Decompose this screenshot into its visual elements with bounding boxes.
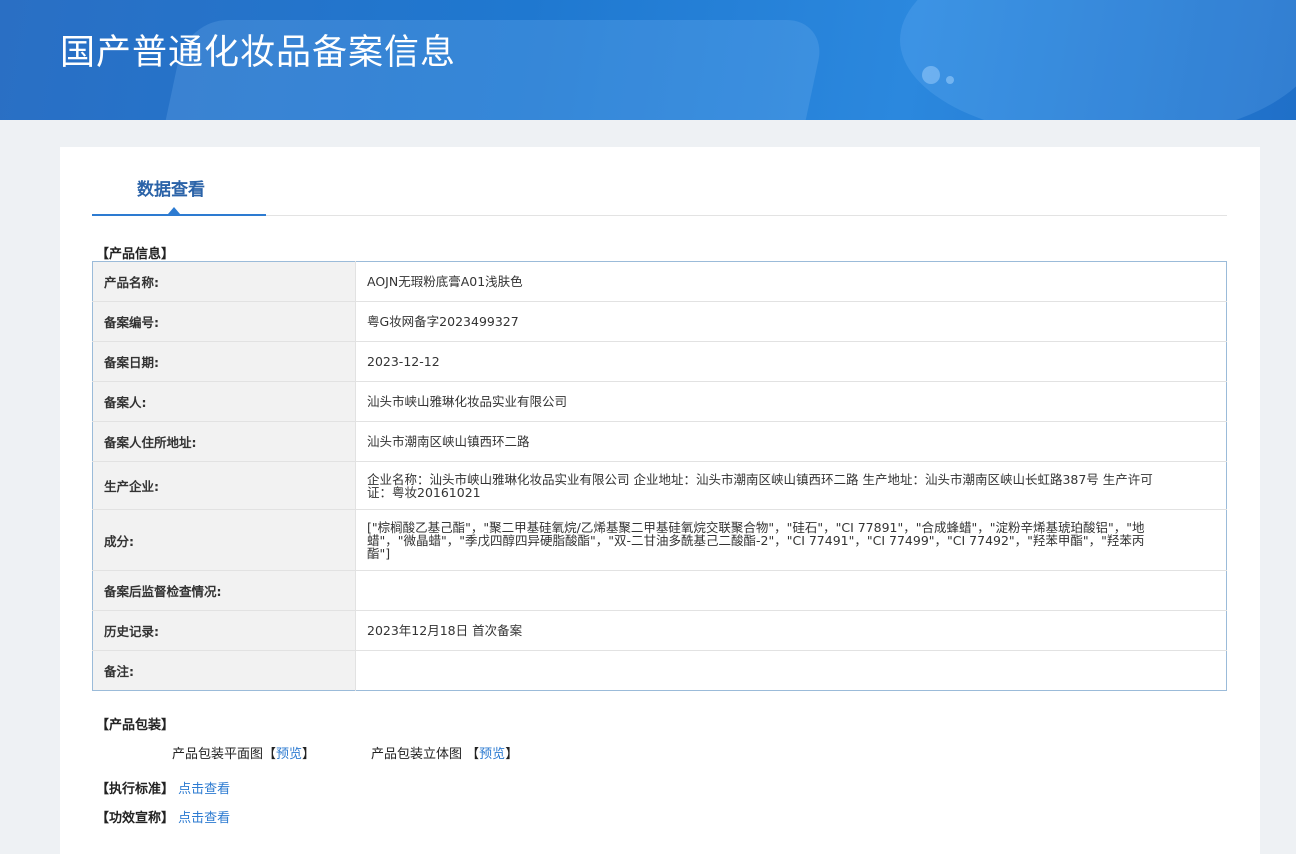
packaging-flat-item: 产品包装平面图【预览】: [172, 743, 315, 762]
tab-label: 数据查看: [137, 180, 205, 200]
row-value: 粤G妆网备字2023499327: [355, 301, 1227, 342]
standard-label: 【执行标准】: [96, 782, 175, 797]
table-row: 历史记录: 2023年12月18日 首次备案: [92, 610, 1227, 651]
bracket: 】: [505, 747, 519, 762]
row-label: 历史记录:: [92, 610, 356, 651]
row-label: 备案编号:: [92, 301, 356, 342]
product-info-section-title: 【产品信息】: [96, 247, 175, 262]
tab-caret-icon: [168, 207, 180, 214]
bracket: 】: [302, 747, 316, 762]
tab-data-view[interactable]: 数据查看: [92, 169, 266, 216]
row-value: 汕头市潮南区峡山镇西环二路: [355, 421, 1227, 462]
table-row: 备案人: 汕头市峡山雅琳化妆品实业有限公司: [92, 381, 1227, 422]
row-value: [355, 570, 1227, 611]
packaging-solid-label: 产品包装立体图: [371, 747, 463, 762]
efficacy-label: 【功效宣称】: [96, 811, 175, 826]
table-row: 备案后监督检查情况:: [92, 570, 1227, 611]
row-value: 企业名称：汕头市峡山雅琳化妆品实业有限公司 企业地址：汕头市潮南区峡山镇西环二路…: [355, 461, 1227, 510]
table-row: 产品名称: AOJN无瑕粉底膏A01浅肤色: [92, 261, 1227, 302]
product-info-table: 产品名称: AOJN无瑕粉底膏A01浅肤色 备案编号: 粤G妆网备字202349…: [92, 261, 1227, 691]
row-value: 2023年12月18日 首次备案: [355, 610, 1227, 651]
table-row: 备注:: [92, 650, 1227, 691]
content-card: 数据查看 【产品信息】 产品名称: AOJN无瑕粉底膏A01浅肤色 备案编号: …: [60, 147, 1260, 854]
row-label: 成分:: [92, 509, 356, 571]
row-label: 备案后监督检查情况:: [92, 570, 356, 611]
row-label: 备案人住所地址:: [92, 421, 356, 462]
row-label: 备案日期:: [92, 341, 356, 382]
efficacy-row: 【功效宣称】 点击查看: [96, 807, 230, 826]
table-row: 成分: ["棕榈酸乙基己酯"，"聚二甲基硅氧烷/乙烯基聚二甲基硅氧烷交联聚合物"…: [92, 509, 1227, 571]
packaging-solid-item: 产品包装立体图 【预览】: [371, 743, 518, 762]
row-value: ["棕榈酸乙基己酯"，"聚二甲基硅氧烷/乙烯基聚二甲基硅氧烷交联聚合物"，"硅石…: [355, 509, 1227, 571]
row-value: AOJN无瑕粉底膏A01浅肤色: [355, 261, 1227, 302]
row-value: [356, 651, 1227, 691]
table-row: 备案人住所地址: 汕头市潮南区峡山镇西环二路: [92, 421, 1227, 462]
banner-dot: [922, 66, 940, 84]
row-label: 产品名称:: [92, 261, 356, 302]
header-banner: 国产普通化妆品备案信息: [0, 0, 1296, 120]
solid-preview-link[interactable]: 预览: [479, 747, 505, 762]
banner-dot: [946, 76, 954, 84]
page-title: 国产普通化妆品备案信息: [60, 33, 457, 73]
standard-view-link[interactable]: 点击查看: [178, 782, 230, 797]
bracket: 【: [466, 747, 480, 762]
table-row: 备案日期: 2023-12-12: [92, 341, 1227, 382]
flat-preview-link[interactable]: 预览: [276, 747, 302, 762]
efficacy-view-link[interactable]: 点击查看: [178, 811, 230, 826]
row-label: 生产企业:: [92, 461, 356, 510]
table-row: 备案编号: 粤G妆网备字2023499327: [92, 301, 1227, 342]
packaging-flat-label: 产品包装平面图: [172, 747, 264, 762]
bracket: 【: [263, 747, 277, 762]
standard-row: 【执行标准】 点击查看: [96, 778, 230, 797]
row-value: 汕头市峡山雅琳化妆品实业有限公司: [355, 381, 1227, 422]
row-label: 备注:: [92, 650, 356, 691]
banner-decoration: [900, 0, 1296, 120]
row-label: 备案人:: [92, 381, 356, 422]
table-row: 生产企业: 企业名称：汕头市峡山雅琳化妆品实业有限公司 企业地址：汕头市潮南区峡…: [92, 461, 1227, 510]
packaging-section-title: 【产品包装】: [96, 718, 175, 733]
row-value: 2023-12-12: [355, 341, 1227, 382]
